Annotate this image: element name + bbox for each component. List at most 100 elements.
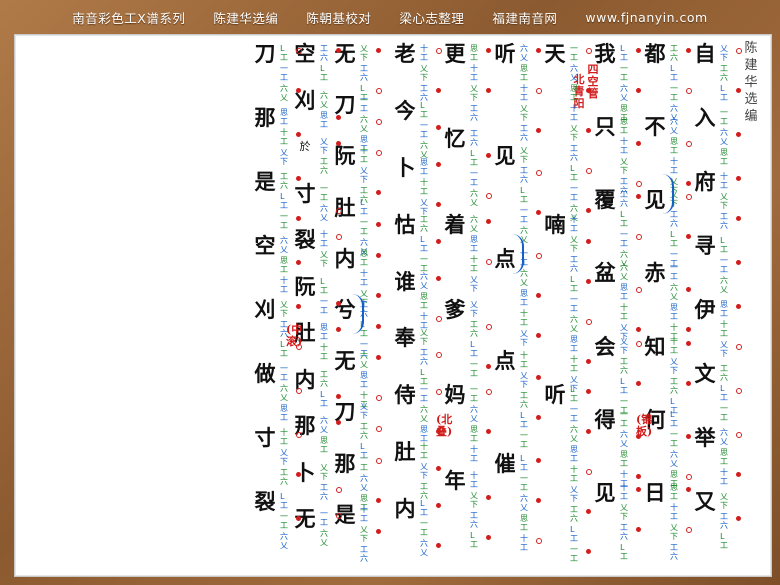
- notation-mark: 乂 下: [280, 148, 288, 166]
- beat-marker: [636, 433, 641, 439]
- beat-marker: [586, 238, 591, 244]
- beat-marker: [376, 395, 382, 402]
- notation-mark: 思 工: [520, 288, 528, 307]
- notation-mark: 工 六: [620, 522, 628, 541]
- notation-mark: 六 乂: [360, 351, 368, 370]
- beat-marker: [486, 193, 492, 200]
- notation-mark: 六 乂: [320, 416, 328, 435]
- notation-mark: 工 六: [570, 505, 578, 524]
- notation-mark: 十 工: [720, 468, 728, 486]
- notation-score: 自乂 下工 六L 工入一 工六 乂思 工府十 工乂 下工 六寻L 工一 工六 乂…: [14, 34, 770, 575]
- notation-mark: 六 乂: [620, 429, 628, 448]
- notation-mark: L 工: [360, 197, 368, 216]
- beat-marker: [686, 88, 692, 94]
- notation-mark: 思 工: [620, 117, 628, 136]
- notation-mark: 工 六: [280, 320, 288, 338]
- site-name[interactable]: 福建南音网: [492, 8, 557, 27]
- notation-mark: 十 工: [670, 336, 678, 355]
- beat-marker: [376, 190, 381, 196]
- notation-mark: 六 乂: [420, 405, 428, 424]
- beat-marker: [636, 88, 641, 93]
- notation-mark: L 工: [320, 389, 328, 408]
- notation-mark: 思 工: [520, 513, 528, 532]
- notation-mark: 六 乂: [280, 532, 288, 550]
- notation-mark: 一 工: [520, 206, 528, 225]
- notation-mark: L 工: [620, 542, 628, 561]
- notation-mark: L 工: [420, 368, 428, 387]
- notation-mark: L 工: [570, 525, 578, 544]
- beat-marker: [486, 324, 492, 330]
- notation-mark: 乂 下: [470, 84, 478, 102]
- notation-mark: 乂 下: [620, 157, 628, 176]
- notation-mark: 一 工: [420, 254, 428, 273]
- notation-mark: 工 六: [570, 254, 578, 273]
- notation-mark: 工 六: [620, 190, 628, 209]
- beat-marker: [586, 358, 591, 364]
- notation-mark: 一 工: [280, 212, 288, 230]
- beat-marker: [296, 48, 302, 54]
- notation-mark: 六 乂: [570, 425, 578, 444]
- notation-mark: 十 工: [280, 276, 288, 294]
- notation-mark: 一 工: [720, 256, 728, 274]
- beat-marker: [536, 48, 541, 53]
- notation-mark: 六 乂: [320, 529, 328, 548]
- notation-mark: 工 六: [360, 544, 368, 563]
- notation-mark: 乂 下: [570, 485, 578, 504]
- notation-mark: 十 工: [360, 504, 368, 523]
- notation-mark: 十 工: [520, 351, 528, 370]
- notation-mark: L 工: [520, 453, 528, 472]
- beat-marker: [586, 48, 592, 54]
- notation-mark: L 工: [470, 149, 478, 168]
- notation-mark: 思 工: [670, 482, 678, 501]
- notation-mark: 工 六: [670, 210, 678, 229]
- notation-column: 老十 工乂 下工 六今L 工一 工六 乂卜思 工十 工乂 下怙工 六L 工一 工…: [390, 34, 458, 575]
- notation-mark: 乂 下: [570, 234, 578, 253]
- lyric-character: 空: [254, 233, 276, 258]
- beat-marker: [376, 88, 382, 94]
- notation-mark: 乂 下: [470, 490, 478, 509]
- notation-mark: L 工: [620, 210, 628, 229]
- beat-marker: [436, 124, 441, 130]
- notation-mark: 六 乂: [520, 44, 528, 62]
- beat-marker: [296, 216, 301, 221]
- site-url[interactable]: www.fjnanyin.com: [585, 10, 707, 25]
- beat-marker: [436, 48, 442, 54]
- notation-mark: 十 工: [320, 230, 328, 249]
- notation-mark: 思 工: [570, 445, 578, 464]
- notation-mark: L 工: [720, 532, 728, 550]
- notation-mark: 思 工: [620, 283, 628, 302]
- notation-mark: 一 工: [470, 360, 478, 378]
- notation-mark: 乂 下: [520, 146, 528, 165]
- notation-mark: 思 工: [280, 108, 288, 126]
- notation-mark: 工 六: [280, 468, 288, 486]
- beat-marker: [336, 420, 341, 426]
- notation-mark: 一 工: [670, 84, 678, 102]
- notation-mark: 乂 下: [360, 44, 368, 62]
- beat-marker: [376, 252, 381, 258]
- beat-marker: [536, 375, 541, 381]
- notation-mark: 工 六: [720, 512, 728, 530]
- notation-mark: 十 工: [420, 311, 428, 330]
- notation-mark: 思 工: [320, 436, 328, 455]
- notation-mark: 工 六: [670, 542, 678, 561]
- notation-mark: 思 工: [420, 291, 428, 310]
- notation-mark: 一 工: [320, 296, 328, 315]
- notation-mark: 一 工: [420, 519, 428, 538]
- notation-mark: 十 工: [520, 308, 528, 327]
- notation-mark: L 工: [470, 530, 478, 549]
- notation-mark: 一 工: [360, 453, 368, 472]
- notation-mark: 一 工: [470, 385, 478, 404]
- notation-mark: L 工: [670, 409, 678, 428]
- notation-mark: 六 乂: [620, 263, 628, 282]
- beat-marker: [376, 324, 381, 329]
- beat-marker: [636, 234, 642, 241]
- notation-mark: 十 工: [570, 354, 578, 373]
- notation-mark: 思 工: [720, 300, 728, 318]
- notation-mark: 乂 下: [320, 250, 328, 269]
- beat-marker: [486, 429, 491, 435]
- notation-mark: 一 工: [720, 108, 728, 126]
- beat-marker: [536, 88, 542, 94]
- notation-mark: 一 工: [670, 429, 678, 448]
- beat-marker: [486, 88, 491, 93]
- beat-marker: [636, 141, 641, 147]
